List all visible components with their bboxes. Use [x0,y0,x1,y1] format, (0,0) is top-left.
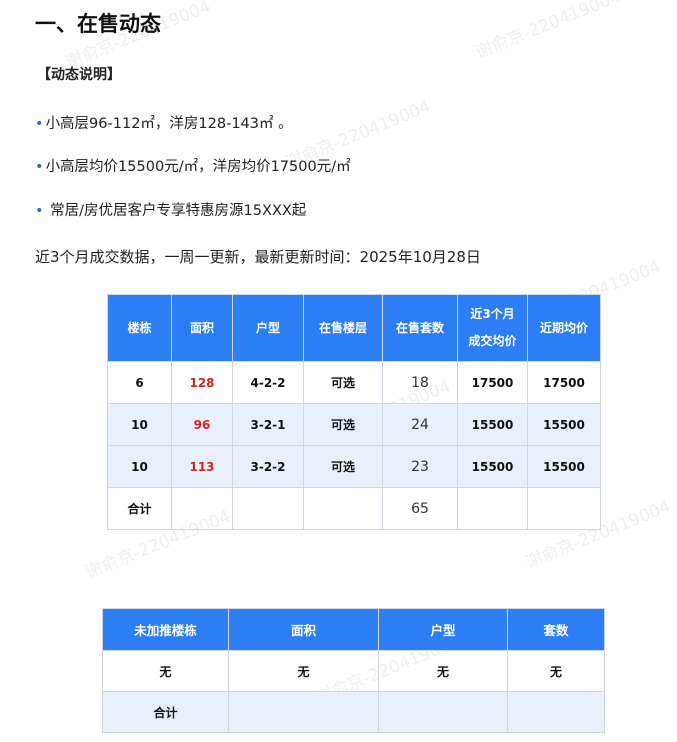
sales-table: 楼栋 面积 户型 在售楼层 在售套数 近3个月 成交均价 近期均价 6 128 … [107,294,601,530]
cell: 15500 [457,403,528,446]
bullet-dot: • [35,159,44,175]
cell: 65 [382,487,458,530]
cell: 15500 [527,445,601,488]
cell: 23 [382,445,458,488]
bullet-text: 小高层均价15500元/㎡，洋房均价17500元/㎡ [45,159,351,175]
bullet-dot: • [35,116,44,132]
header-3month-avg: 近3个月 成交均价 [457,294,528,362]
cell: 无 [228,650,379,692]
cell [171,487,233,530]
cell: 6 [107,361,172,404]
header-layout: 户型 [378,608,508,651]
cell: 合计 [107,487,172,530]
table-header-row: 楼栋 面积 户型 在售楼层 在售套数 近3个月 成交均价 近期均价 [107,294,601,362]
bullet-text: 小高层96-112㎡，洋房128-143㎡ 。 [45,116,293,132]
cell: 4-2-2 [232,361,304,404]
cell [527,487,601,530]
unlaunched-table: 未加推楼栋 面积 户型 套数 无 无 无 无 合计 [102,608,605,733]
bullet-item: • 小高层均价15500元/㎡，洋房均价17500元/㎡ [35,155,351,176]
cell: 17500 [457,361,528,404]
header-area: 面积 [171,294,233,362]
cell [378,691,508,733]
cell: 10 [107,403,172,446]
bullet-text: 常居/房优居客户专享特惠房源15XXX起 [45,203,307,219]
table-row: 6 128 4-2-2 可选 18 17500 17500 [107,361,601,404]
cell: 18 [382,361,458,404]
header-unlaunched-building: 未加推楼栋 [102,608,229,651]
cell: 无 [378,650,508,692]
watermark: 谢俞京-220419004 [472,0,624,64]
cell: 3-2-1 [232,403,304,446]
cell: 可选 [303,361,383,404]
cell: 128 [171,361,233,404]
cell [457,487,528,530]
cell [303,487,383,530]
page-title: 一、在售动态 [35,12,161,36]
cell [232,487,304,530]
header-units: 在售套数 [382,294,458,362]
bullet-item: • 常居/房优居客户专享特惠房源15XXX起 [35,199,306,220]
header-layout: 户型 [232,294,304,362]
table-total-row: 合计 [102,691,605,733]
cell: 可选 [303,445,383,488]
cell: 无 [507,650,605,692]
header-area: 面积 [228,608,379,651]
table-row: 10 96 3-2-1 可选 24 15500 15500 [107,403,601,446]
cell: 24 [382,403,458,446]
cell: 96 [171,403,233,446]
cell: 3-2-2 [232,445,304,488]
cell: 113 [171,445,233,488]
cell [507,691,605,733]
table-row: 无 无 无 无 [102,650,605,692]
cell: 15500 [457,445,528,488]
bullet-item: • 小高层96-112㎡，洋房128-143㎡ 。 [35,112,293,133]
table-total-row: 合计 65 [107,487,601,530]
update-note: 近3个月成交数据，一周一更新，最新更新时间：2025年10月28日 [35,248,481,266]
note-heading: 【动态说明】 [37,67,121,83]
header-floors: 在售楼层 [303,294,383,362]
cell: 15500 [527,403,601,446]
cell: 10 [107,445,172,488]
table-row: 10 113 3-2-2 可选 23 15500 15500 [107,445,601,488]
cell: 无 [102,650,229,692]
header-building: 楼栋 [107,294,172,362]
header-units: 套数 [507,608,605,651]
bullet-dot: • [35,203,44,219]
cell [228,691,379,733]
cell: 可选 [303,403,383,446]
table-header-row: 未加推楼栋 面积 户型 套数 [102,608,605,651]
header-recent-avg: 近期均价 [527,294,601,362]
cell: 合计 [102,691,229,733]
cell: 17500 [527,361,601,404]
